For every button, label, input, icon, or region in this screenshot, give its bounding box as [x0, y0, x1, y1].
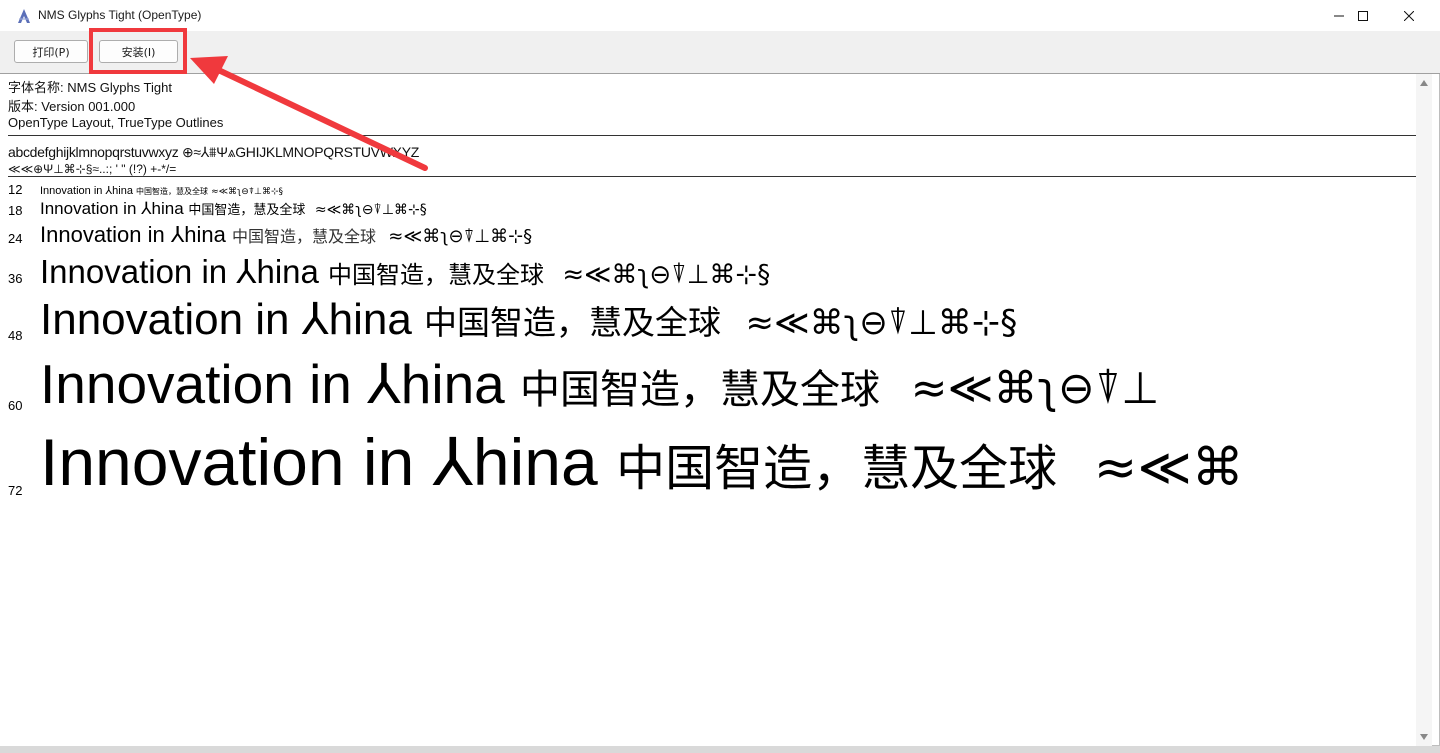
font-layout-text: OpenType Layout, TrueType Outlines [8, 115, 224, 130]
sample-cjk-text: 中国智造，慧及全球 [232, 227, 377, 246]
font-preview-area[interactable]: 字体名称: NMS Glyphs Tight 版本: Version 001.0… [0, 74, 1416, 746]
close-icon [1404, 10, 1414, 21]
sample-glyph-text: ≈≪⌘ʅ⊖⍒⊥⌘⊹§ [314, 202, 427, 218]
sample-latin-text: Innovation in ⅄hina [40, 425, 598, 499]
sample-latin-text: Innovation in ⅄hina [40, 222, 226, 247]
font-viewer-window: NMS Glyphs Tight (OpenType) 打印(P) 安装(I) … [0, 0, 1440, 746]
sample-cjk-text: 中国智造，慧及全球 [424, 303, 722, 342]
sample-latin-text: Innovation in ⅄hina [40, 295, 412, 344]
sample-size-label: 48 [8, 328, 23, 343]
title-bar[interactable]: NMS Glyphs Tight (OpenType) [0, 0, 1440, 31]
sample-size-label: 24 [8, 231, 23, 246]
sample-latin-text: Innovation in ⅄hina [40, 185, 133, 197]
sample-glyph-text: ≈≪⌘ʅ⊖⍒⊥⌘⊹§ [388, 226, 533, 247]
sample-size-label: 18 [8, 203, 23, 218]
sample-glyph-text: ≈≪⌘ʅ⊖⍒⊥ [910, 363, 1160, 414]
charset-line-1: abcdefghijklmnopqrstuvwxyz ⊕≈⅄⩩Ψ⩓GHIJKLM… [8, 144, 420, 160]
sample-cjk-text: 中国智造，慧及全球 [188, 202, 306, 217]
font-version-text: 版本: Version 001.000 [8, 99, 136, 114]
sample-latin-text: Innovation in ⅄hina [40, 253, 319, 290]
font-viewer-icon [18, 9, 30, 23]
close-button[interactable] [1386, 0, 1432, 31]
sample-size-label: 36 [8, 271, 23, 286]
sample-cjk-text: 中国智造，慧及全球 [328, 261, 545, 289]
sample-latin-text: Innovation in ⅄hina [40, 199, 184, 218]
install-highlight-box [89, 28, 187, 74]
sample-latin-text: Innovation in ⅄hina [40, 353, 505, 415]
window-title: NMS Glyphs Tight (OpenType) [38, 8, 202, 22]
scroll-down-arrow-icon[interactable] [1420, 734, 1428, 740]
sample-size-label: 60 [8, 398, 23, 413]
divider [8, 176, 1416, 177]
sample-glyph-text: ≈≪⌘ʅ⊖⍒⊥⌘⊹§ [211, 187, 284, 197]
sample-cjk-text: 中国智造，慧及全球 [520, 367, 881, 413]
font-name-text: 字体名称: NMS Glyphs Tight [8, 80, 172, 95]
sample-size-label: 12 [8, 182, 23, 197]
sample-cjk-text: 中国智造，慧及全球 [136, 187, 209, 196]
sample-glyph-text: ≈≪⌘ʅ⊖⍒⊥⌘⊹§ [562, 260, 771, 290]
charset-line-2: ≪≪⊕Ψ⊥⌘⊹§≈..:; ' " (!?) +-*/= [8, 162, 177, 176]
maximize-icon [1358, 10, 1368, 21]
sample-glyph-text: ≈≪⌘ [1093, 438, 1244, 498]
print-button[interactable]: 打印(P) [14, 40, 88, 63]
vertical-scrollbar[interactable] [1416, 74, 1432, 746]
maximize-button[interactable] [1340, 0, 1386, 31]
toolbar: 打印(P) 安装(I) [0, 31, 1440, 74]
sample-cjk-text: 中国智造，慧及全球 [616, 440, 1058, 497]
sample-size-label: 72 [8, 483, 23, 498]
divider [8, 135, 1416, 136]
sample-glyph-text: ≈≪⌘ʅ⊖⍒⊥⌘⊹§ [745, 303, 1018, 343]
scroll-up-arrow-icon[interactable] [1420, 80, 1428, 86]
